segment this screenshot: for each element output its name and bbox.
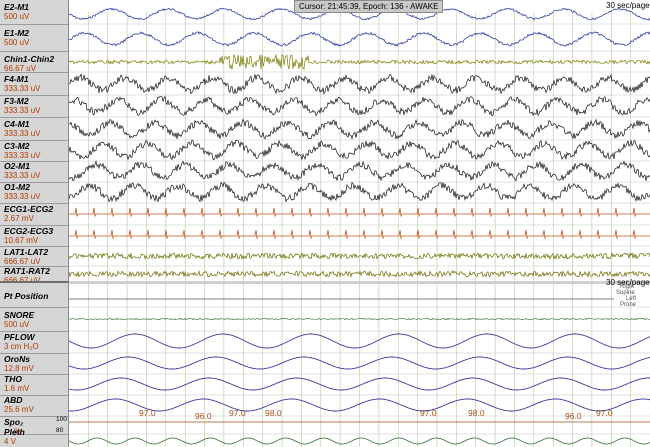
channel-scale: 1.6 mV <box>4 384 30 393</box>
channel-name: E2-M1 <box>4 2 30 12</box>
channel-name: OroNs <box>4 354 30 364</box>
channel-scale: 500 uV <box>4 320 30 329</box>
channel-scale: 10.67 mV <box>4 236 39 245</box>
channel-name: Pleth <box>4 427 25 437</box>
channel-name: LAT1-LAT2 <box>4 247 49 257</box>
channel-label-e2-m1[interactable]: E2-M1 500 uV <box>0 2 68 22</box>
channel-name: THO <box>4 374 22 384</box>
channel-scale: 333.33 uV <box>4 171 41 180</box>
channel-label-f4-m1[interactable]: F4-M1 333.33 uV <box>0 74 68 94</box>
channel-label-c3-m2[interactable]: C3-M2 333.33 uV <box>0 141 68 161</box>
channel-scale: 12.8 mV <box>4 364 34 373</box>
channel-label-pflow[interactable]: PFLOW 3 cm H₂O <box>0 332 68 352</box>
channel-label-panel: E2-M1 500 uV E1-M2 500 uV Chin1-Chin2 66… <box>0 0 69 447</box>
channel-name: Chin1-Chin2 <box>4 54 55 64</box>
channel-name: SNORE <box>4 310 35 320</box>
channel-name: O2-M1 <box>4 161 30 171</box>
spo2-value: 97.0 <box>229 408 246 418</box>
channel-label-o2-m1[interactable]: O2-M1 333.33 uV <box>0 161 68 181</box>
channel-name: C4-M1 <box>4 119 30 129</box>
channel-label-f3-m2[interactable]: F3-M2 333.33 uV <box>0 96 68 116</box>
channel-label-lat[interactable]: LAT1-LAT2 666.67 uV <box>0 247 68 267</box>
spo2-value: 97.0 <box>596 408 613 418</box>
spo2-value: 96.0 <box>565 411 582 421</box>
channel-name: ECG2-ECG3 <box>4 226 54 236</box>
channel-scale: 3 cm H₂O <box>4 342 39 351</box>
channel-label-pleth-text[interactable]: Pleth 4 V <box>0 425 68 447</box>
channel-scale: 4 V <box>4 437 17 446</box>
channel-name: O1-M2 <box>4 182 30 192</box>
channel-label-ecg2-ecg3[interactable]: ECG2-ECG3 10.67 mV <box>0 226 68 246</box>
channel-scale: 333.33 uV <box>4 129 41 138</box>
channel-label-snore[interactable]: SNORE 500 uV <box>0 310 68 330</box>
channel-name: Pt Position <box>4 291 49 301</box>
channel-name: F3-M2 <box>4 96 29 106</box>
channel-label-o1-m2[interactable]: O1-M2 333.33 uV <box>0 182 68 202</box>
channel-label-abd[interactable]: ABD 25.6 mV <box>0 395 68 415</box>
channel-name: PFLOW <box>4 332 35 342</box>
channel-scale: 333.33 uV <box>4 84 41 93</box>
spo2-value: 97.0 <box>420 408 437 418</box>
trace-canvas[interactable] <box>69 0 650 447</box>
position-state-prone: Prone <box>620 302 637 308</box>
spo2-value: 98.0 <box>265 408 282 418</box>
channel-scale: 500 uV <box>4 12 30 21</box>
channel-scale: 500 uV <box>4 38 30 47</box>
channel-name: ECG1-ECG2 <box>4 204 54 214</box>
channel-label-rat[interactable]: RAT1-RAT2 666.67 uV <box>0 266 68 286</box>
spo2-value: 98.0 <box>468 408 485 418</box>
spo2-value: 97.0 <box>139 408 156 418</box>
channel-scale: 333.33 uV <box>4 192 41 201</box>
psg-viewer: E2-M1 500 uV E1-M2 500 uV Chin1-Chin2 66… <box>0 0 650 447</box>
page-scale-top[interactable]: 30 sec/page <box>606 1 650 10</box>
channel-scale: 333.33 uV <box>4 106 41 115</box>
channel-label-c4-m1[interactable]: C4-M1 333.33 uV <box>0 119 68 139</box>
channel-label-orons[interactable]: OroNs 12.8 mV <box>0 354 68 374</box>
channel-name: ABD <box>4 395 23 405</box>
channel-scale: 333.33 uV <box>4 151 41 160</box>
channel-name: C3-M2 <box>4 141 30 151</box>
channel-label-position[interactable]: Pt Position <box>0 291 68 301</box>
section-divider <box>69 281 650 284</box>
channel-label-e1-m2[interactable]: E1-M2 500 uV <box>0 28 68 48</box>
cursor-info: Cursor: 21:45:39, Epoch: 136 - AWAKE <box>299 2 439 11</box>
channel-label-ecg1-ecg2[interactable]: ECG1-ECG2 2.67 mV <box>0 204 68 224</box>
spo2-scale-top: 100 <box>56 416 67 423</box>
spo2-value: 96.0 <box>195 411 212 421</box>
channel-scale: 2.67 mV <box>4 214 34 223</box>
channel-scale: 25.6 mV <box>4 405 34 414</box>
channel-label-tho[interactable]: THO 1.6 mV <box>0 374 68 394</box>
channel-name: E1-M2 <box>4 28 30 38</box>
channel-name: F4-M1 <box>4 74 29 84</box>
cursor-status-bar: Cursor: 21:45:39, Epoch: 136 - AWAKE <box>294 0 444 13</box>
channel-name: RAT1-RAT2 <box>4 266 50 276</box>
channel-label-chin[interactable]: Chin1-Chin2 66.67 uV <box>0 54 68 74</box>
